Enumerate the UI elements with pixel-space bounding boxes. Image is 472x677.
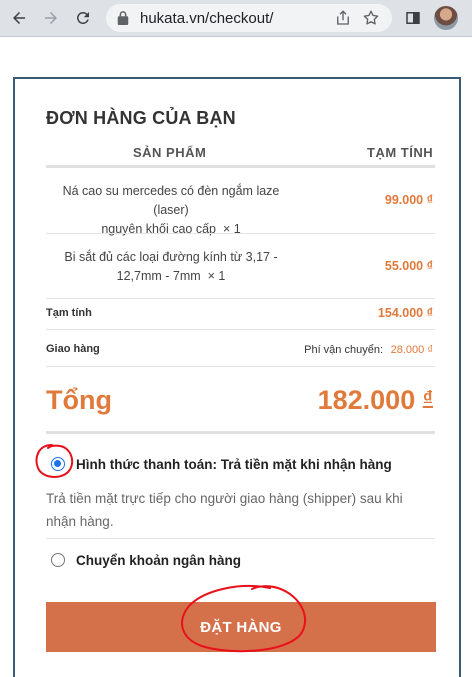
currency-symbol: ₫ — [422, 388, 433, 410]
cod-label[interactable]: Hình thức thanh toán: Trả tiền mặt khi n… — [76, 457, 392, 472]
shipping-label: Giao hàng — [46, 343, 100, 355]
address-bar[interactable]: hukata.vn/checkout/ — [106, 4, 392, 32]
bookmark-star-icon[interactable] — [362, 9, 380, 27]
lock-icon — [116, 10, 130, 26]
shipping-value: 28.000 ₫ — [390, 344, 433, 356]
divider — [46, 233, 435, 234]
back-icon[interactable] — [8, 7, 30, 29]
reload-icon[interactable] — [72, 7, 94, 29]
divider — [46, 298, 435, 299]
divider — [46, 329, 435, 330]
bank-transfer-radio[interactable] — [51, 553, 65, 567]
divider — [46, 165, 435, 168]
order-item-price: 55.000 ₫ — [384, 259, 433, 273]
forward-icon[interactable] — [40, 7, 62, 29]
subtotal-label: Tạm tính — [46, 307, 92, 319]
column-product: SẢN PHẨM — [133, 145, 207, 160]
share-icon[interactable] — [334, 9, 352, 27]
cod-radio[interactable] — [51, 457, 65, 471]
column-subtotal: TẠM TÍNH — [367, 145, 434, 160]
browser-toolbar: hukata.vn/checkout/ — [0, 0, 472, 37]
order-review-box: ĐƠN HÀNG CỦA BẠN SẢN PHẨM TẠM TÍNH Ná ca… — [13, 77, 461, 677]
bank-transfer-label[interactable]: Chuyển khoản ngân hàng — [76, 553, 241, 568]
total-label: Tổng — [46, 385, 112, 415]
order-item-name: Ná cao su mercedes có đèn ngắm laze (las… — [62, 184, 280, 236]
shipping-note: Phí vận chuyển: — [304, 344, 383, 356]
subtotal-value: 154.000 ₫ — [377, 306, 433, 320]
side-panel-icon[interactable] — [402, 7, 424, 29]
total-value: 182.000 ₫ — [317, 385, 433, 415]
divider — [46, 431, 435, 434]
item-qty: × 1 — [207, 269, 226, 283]
cod-description: Trả tiền mặt trực tiếp cho người giao hà… — [46, 491, 403, 529]
order-heading: ĐƠN HÀNG CỦA BẠN — [46, 108, 236, 128]
divider — [46, 366, 435, 367]
url-text: hukata.vn/checkout/ — [140, 10, 274, 27]
avatar[interactable] — [434, 6, 458, 30]
order-item-name: Bi sắt đủ các loại đường kính từ 3,17 - … — [64, 250, 278, 283]
order-item-price: 99.000 ₫ — [384, 193, 433, 207]
place-order-button[interactable]: ĐẶT HÀNG — [46, 602, 436, 652]
divider — [46, 538, 435, 539]
